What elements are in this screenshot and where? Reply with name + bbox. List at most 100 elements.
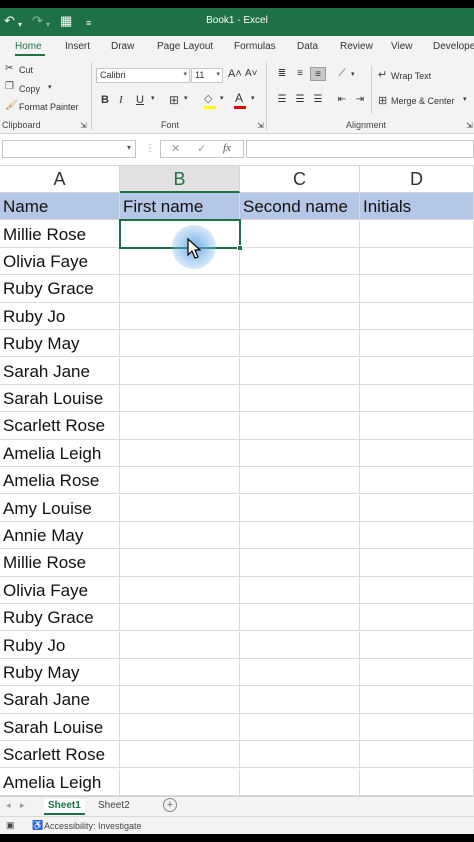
font-color-dropdown-icon[interactable]: ▾	[251, 94, 255, 102]
empty-cell[interactable]	[240, 247, 360, 276]
wrap-text-button[interactable]: Wrap Text	[391, 71, 431, 81]
empty-cell[interactable]	[360, 384, 474, 413]
empty-cell[interactable]	[360, 576, 474, 605]
empty-cell[interactable]	[120, 330, 240, 358]
name-cell[interactable]: Olivia Faye	[0, 247, 120, 276]
name-cell[interactable]: Scarlett Rose	[0, 412, 120, 440]
empty-cell[interactable]	[360, 521, 474, 550]
header-cell-second-name[interactable]: Second name	[240, 193, 360, 221]
tab-data[interactable]: Data	[297, 41, 318, 52]
empty-cell[interactable]	[120, 357, 240, 385]
tab-formulas[interactable]: Formulas	[234, 41, 276, 52]
empty-cell[interactable]	[240, 768, 360, 796]
name-cell[interactable]: Scarlett Rose	[0, 741, 120, 769]
name-cell[interactable]: Ruby Jo	[0, 302, 120, 331]
empty-cell[interactable]	[360, 631, 474, 659]
name-cell[interactable]: Olivia Faye	[0, 576, 120, 605]
empty-cell[interactable]	[240, 604, 360, 632]
alignment-launcher-icon[interactable]: ⇲	[466, 121, 473, 130]
scroll-right-icon[interactable]: ▸	[20, 800, 25, 811]
align-left-icon[interactable]: ☰	[274, 93, 290, 107]
font-launcher-icon[interactable]: ⇲	[257, 121, 264, 130]
copy-button[interactable]: Copy	[19, 84, 40, 94]
sheet-tab-sheet2[interactable]: Sheet2	[98, 799, 130, 815]
empty-cell[interactable]	[240, 549, 360, 577]
insert-function-button[interactable]: fx	[223, 142, 231, 154]
empty-cell[interactable]	[240, 713, 360, 742]
header-cell-name[interactable]: Name	[0, 193, 120, 221]
tab-developer[interactable]: Develope	[433, 41, 474, 52]
empty-cell[interactable]	[360, 494, 474, 522]
orientation-dropdown-icon[interactable]: ▾	[351, 70, 355, 78]
name-cell[interactable]: Amelia Leigh	[0, 439, 120, 468]
chevron-down-icon[interactable]: ▾	[127, 143, 131, 152]
empty-cell[interactable]	[360, 713, 474, 742]
name-cell[interactable]: Annie May	[0, 521, 120, 550]
empty-cell[interactable]	[120, 275, 240, 303]
empty-cell[interactable]	[360, 467, 474, 495]
formula-input[interactable]	[246, 140, 474, 158]
copy-dropdown-icon[interactable]: ▾	[48, 83, 52, 91]
borders-dropdown-icon[interactable]: ▾	[184, 94, 188, 102]
column-header-c[interactable]: C	[240, 166, 360, 193]
name-cell[interactable]: Sarah Jane	[0, 686, 120, 714]
merge-center-button[interactable]: Merge & Center	[391, 96, 455, 106]
accessibility-icon[interactable]: ♿	[32, 820, 43, 831]
tab-insert[interactable]: Insert	[65, 41, 90, 52]
scroll-left-icon[interactable]: ◂	[6, 800, 11, 811]
name-cell[interactable]: Ruby May	[0, 658, 120, 687]
empty-cell[interactable]	[360, 439, 474, 468]
shrink-font-button[interactable]: A˅	[245, 68, 258, 79]
empty-cell[interactable]	[120, 631, 240, 659]
empty-cell[interactable]	[240, 412, 360, 440]
empty-cell[interactable]	[120, 658, 240, 687]
empty-cell[interactable]	[120, 686, 240, 714]
empty-cell[interactable]	[240, 275, 360, 303]
empty-cell[interactable]	[240, 631, 360, 659]
tab-review[interactable]: Review	[340, 41, 373, 52]
sheet-tab-sheet1[interactable]: Sheet1	[44, 799, 85, 815]
increase-indent-icon[interactable]: ⇥	[352, 93, 368, 107]
empty-cell[interactable]	[360, 275, 474, 303]
name-cell[interactable]: Millie Rose	[0, 220, 120, 248]
name-cell[interactable]: Amelia Leigh	[0, 768, 120, 796]
align-middle-icon[interactable]: ≡	[292, 67, 308, 81]
italic-button[interactable]: I	[119, 94, 123, 106]
empty-cell[interactable]	[120, 384, 240, 413]
worksheet-grid[interactable]: A B C D Name First name Second name Init…	[0, 166, 474, 796]
empty-cell[interactable]	[240, 686, 360, 714]
empty-cell[interactable]	[240, 494, 360, 522]
empty-cell[interactable]	[240, 521, 360, 550]
empty-cell[interactable]	[240, 741, 360, 769]
empty-cell[interactable]	[120, 576, 240, 605]
font-size-select[interactable]: 11 ▾	[191, 68, 223, 83]
empty-cell[interactable]	[360, 549, 474, 577]
add-sheet-icon[interactable]: +	[163, 798, 177, 812]
empty-cell[interactable]	[120, 412, 240, 440]
name-cell[interactable]: Sarah Louise	[0, 713, 120, 742]
name-cell[interactable]: Ruby May	[0, 330, 120, 358]
empty-cell[interactable]	[360, 357, 474, 385]
tab-draw[interactable]: Draw	[111, 41, 134, 52]
empty-cell[interactable]	[360, 220, 474, 248]
empty-cell[interactable]	[360, 412, 474, 440]
tab-home[interactable]: Home	[15, 41, 42, 52]
fill-handle[interactable]	[237, 245, 243, 251]
macro-record-icon[interactable]: ▣	[6, 820, 15, 831]
empty-cell[interactable]	[240, 330, 360, 358]
cut-button[interactable]: Cut	[19, 65, 33, 75]
orientation-icon[interactable]: ⟋	[334, 67, 350, 81]
empty-cell[interactable]	[360, 768, 474, 796]
underline-button[interactable]: U	[136, 94, 144, 106]
format-painter-button[interactable]: Format Painter	[19, 102, 79, 112]
align-bottom-icon[interactable]: ≡	[310, 67, 326, 81]
merge-dropdown-icon[interactable]: ▾	[463, 95, 467, 103]
fill-color-icon[interactable]: ◇	[204, 92, 212, 105]
align-right-icon[interactable]: ☰	[310, 93, 326, 107]
empty-cell[interactable]	[120, 467, 240, 495]
name-cell[interactable]: Ruby Jo	[0, 631, 120, 659]
name-cell[interactable]: Sarah Jane	[0, 357, 120, 385]
grow-font-button[interactable]: A˄	[228, 68, 242, 80]
empty-cell[interactable]	[120, 741, 240, 769]
name-cell[interactable]: Ruby Grace	[0, 604, 120, 632]
